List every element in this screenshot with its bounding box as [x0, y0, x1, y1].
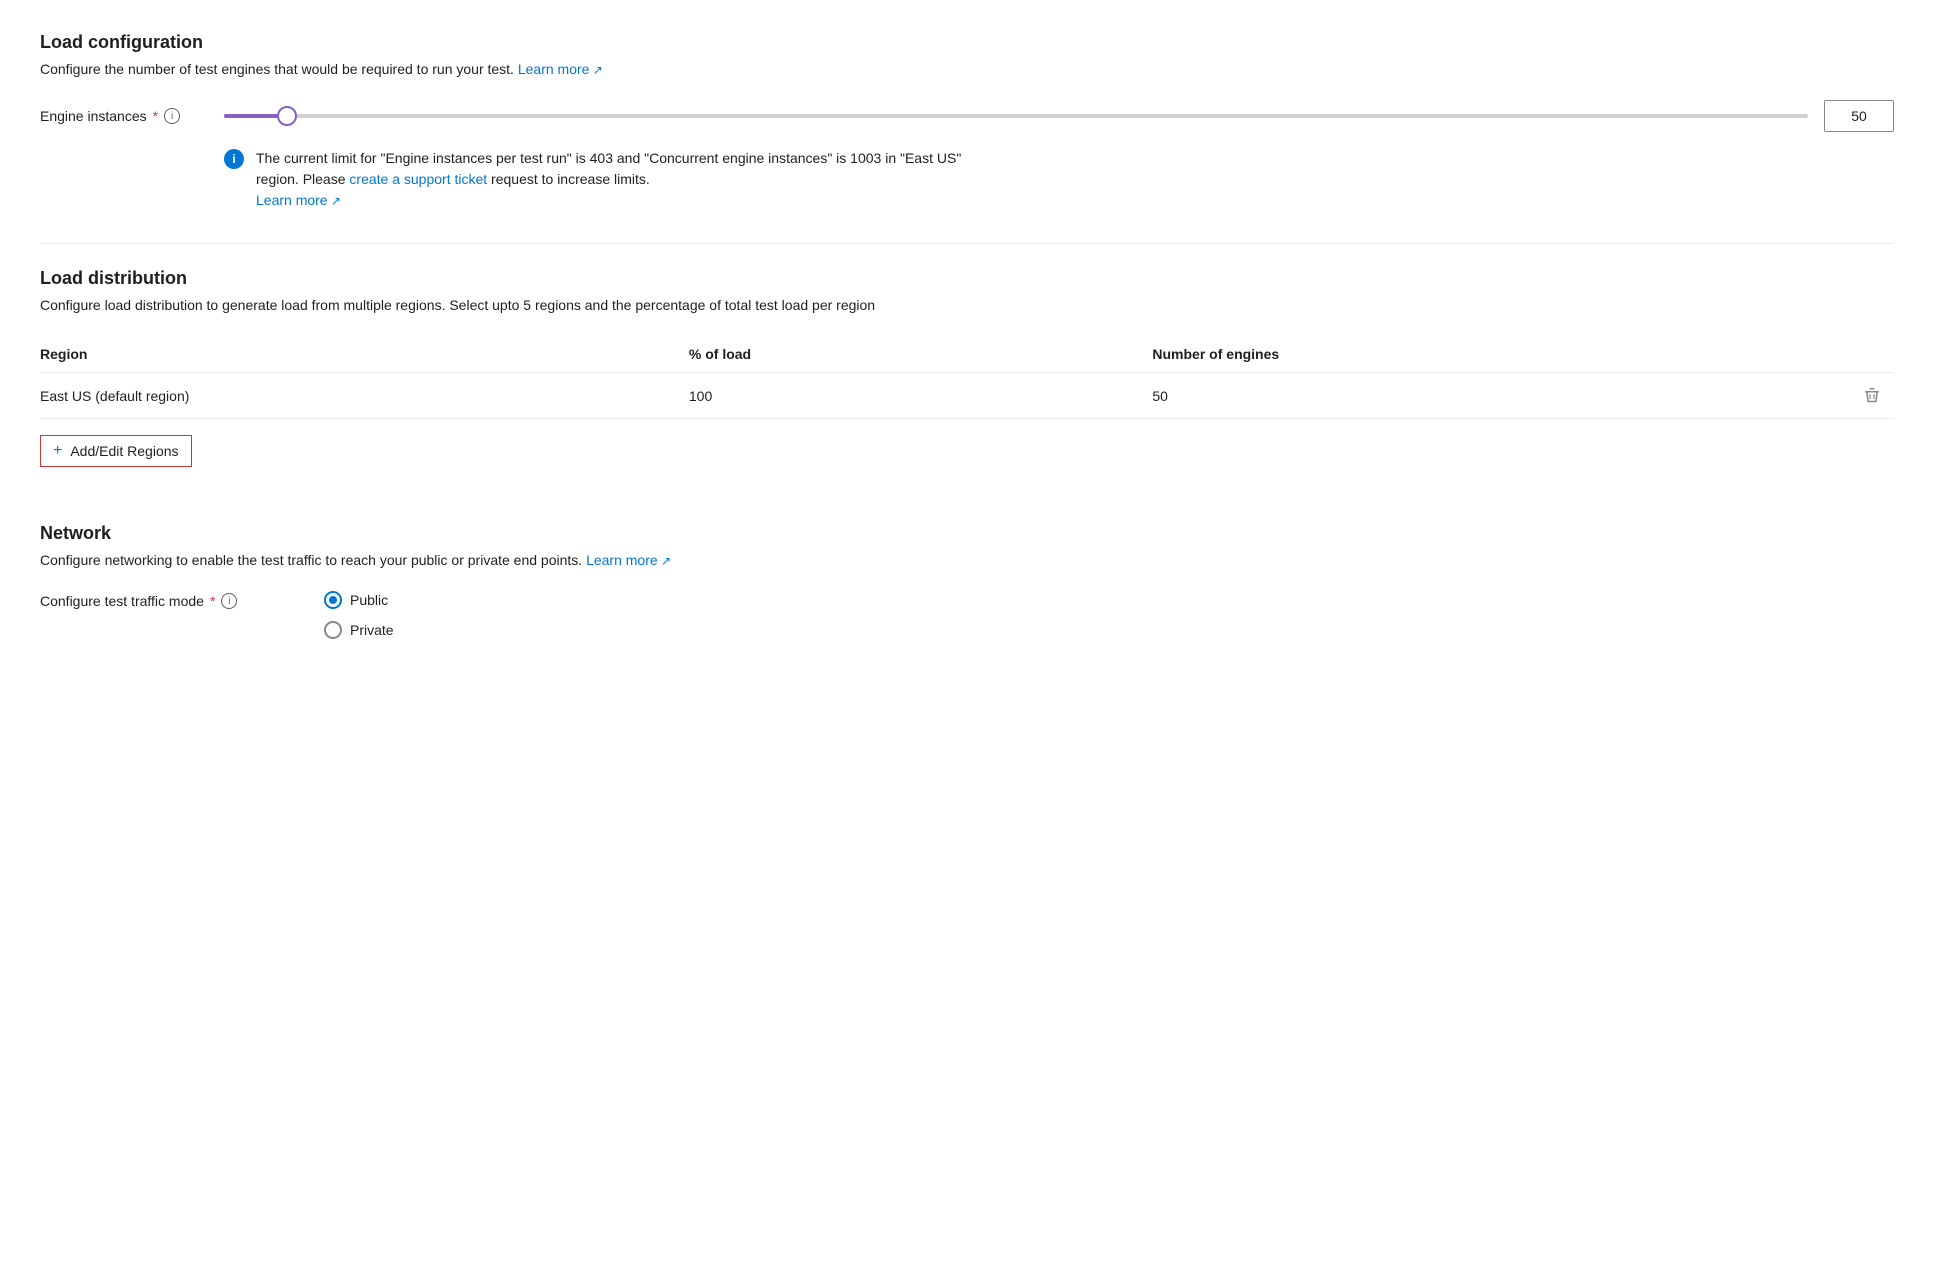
info-callout-icon: i — [224, 149, 244, 169]
private-radio-label: Private — [350, 622, 394, 638]
row-engines: 50 — [1152, 373, 1708, 419]
private-radio-input[interactable] — [324, 621, 342, 639]
engine-instances-slider-container: 50 — [224, 100, 1894, 132]
col-header-actions — [1709, 336, 1894, 373]
info-callout-learn-more-link[interactable]: Learn more — [256, 192, 341, 208]
load-config-description: Configure the number of test engines tha… — [40, 59, 1894, 80]
load-config-learn-more-link[interactable]: Learn more — [518, 61, 603, 77]
engine-instances-label: Engine instances * i — [40, 108, 200, 124]
row-load: 100 — [689, 373, 1153, 419]
table-header-row: Region % of load Number of engines — [40, 336, 1894, 373]
network-title: Network — [40, 523, 1894, 544]
network-learn-more-link[interactable]: Learn more — [586, 552, 671, 568]
network-field-row: Configure test traffic mode * i Public P… — [40, 591, 1894, 639]
traffic-mode-radio-group: Public Private — [324, 591, 394, 639]
plus-icon: + — [53, 442, 62, 460]
public-radio-input[interactable] — [324, 591, 342, 609]
required-star: * — [153, 108, 158, 124]
info-callout-text: The current limit for "Engine instances … — [256, 148, 1004, 211]
slider-thumb[interactable] — [277, 106, 297, 126]
load-distribution-description: Configure load distribution to generate … — [40, 295, 1894, 316]
col-header-region: Region — [40, 336, 689, 373]
load-configuration-section: Load configuration Configure the number … — [40, 32, 1894, 211]
network-section: Network Configure networking to enable t… — [40, 523, 1894, 639]
network-description: Configure networking to enable the test … — [40, 550, 1894, 571]
add-edit-regions-button[interactable]: + Add/Edit Regions — [40, 435, 192, 467]
network-info-icon[interactable]: i — [221, 593, 237, 609]
engine-instances-slider-track[interactable] — [224, 114, 1808, 118]
public-radio-label: Public — [350, 592, 388, 608]
engine-instances-info-icon[interactable]: i — [164, 108, 180, 124]
regions-table: Region % of load Number of engines East … — [40, 336, 1894, 419]
table-row: East US (default region) 100 50 — [40, 373, 1894, 419]
row-region: East US (default region) — [40, 373, 689, 419]
delete-row-icon[interactable] — [1862, 385, 1882, 405]
create-support-ticket-link[interactable]: create a support ticket — [349, 171, 487, 187]
configure-traffic-mode-label: Configure test traffic mode * i — [40, 591, 300, 609]
engine-instances-row: Engine instances * i 50 — [40, 100, 1894, 132]
col-header-load: % of load — [689, 336, 1153, 373]
row-actions — [1709, 373, 1894, 419]
engine-instances-info-callout: i The current limit for "Engine instance… — [224, 148, 1004, 211]
private-radio-option[interactable]: Private — [324, 621, 394, 639]
add-edit-regions-label: Add/Edit Regions — [70, 443, 178, 459]
col-header-engines: Number of engines — [1152, 336, 1708, 373]
load-config-title: Load configuration — [40, 32, 1894, 53]
public-radio-option[interactable]: Public — [324, 591, 394, 609]
load-distribution-title: Load distribution — [40, 268, 1894, 289]
engine-instances-value-input[interactable]: 50 — [1824, 100, 1894, 132]
section-divider-1 — [40, 243, 1894, 244]
load-distribution-section: Load distribution Configure load distrib… — [40, 268, 1894, 491]
network-required-star: * — [210, 593, 215, 609]
